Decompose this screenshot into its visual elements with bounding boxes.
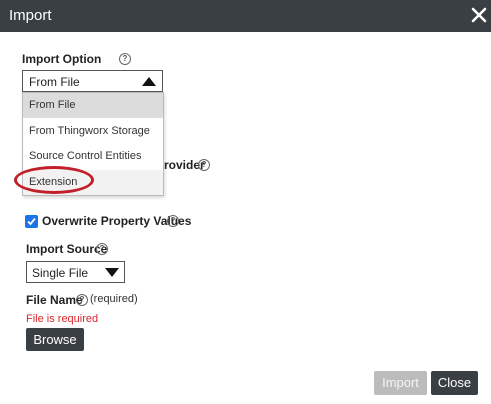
help-icon[interactable]: ? xyxy=(96,243,108,255)
chevron-up-icon xyxy=(142,77,156,86)
option-source-control-entities[interactable]: Source Control Entities xyxy=(23,144,163,169)
import-option-label: Import Option xyxy=(22,52,102,66)
chevron-down-icon xyxy=(105,268,119,277)
help-icon[interactable]: ? xyxy=(167,215,179,227)
import-button[interactable]: Import xyxy=(374,371,427,395)
option-from-file[interactable]: From File xyxy=(23,93,163,118)
help-icon[interactable]: ? xyxy=(198,159,210,171)
help-icon[interactable]: ? xyxy=(76,294,88,306)
option-extension[interactable]: Extension xyxy=(23,170,163,195)
required-note: (required) xyxy=(90,293,138,305)
help-icon[interactable]: ? xyxy=(119,53,131,65)
import-source-value: Single File xyxy=(32,266,89,280)
file-name-label: File Name xyxy=(26,293,83,307)
dialog-titlebar: Import xyxy=(0,0,491,32)
import-source-select[interactable]: Single File xyxy=(26,261,125,283)
option-from-thingworx-storage[interactable]: From Thingworx Storage xyxy=(23,119,163,144)
browse-button[interactable]: Browse xyxy=(26,328,84,351)
overwrite-checkbox[interactable] xyxy=(25,215,38,228)
import-option-value: From File xyxy=(29,75,80,89)
close-button[interactable]: Close xyxy=(431,371,478,395)
import-option-dropdown: From File From Thingworx Storage Source … xyxy=(22,92,164,196)
close-icon[interactable] xyxy=(468,4,490,26)
file-error: File is required xyxy=(26,313,99,325)
import-option-select[interactable]: From File xyxy=(22,70,163,92)
dialog-title: Import xyxy=(9,7,52,24)
